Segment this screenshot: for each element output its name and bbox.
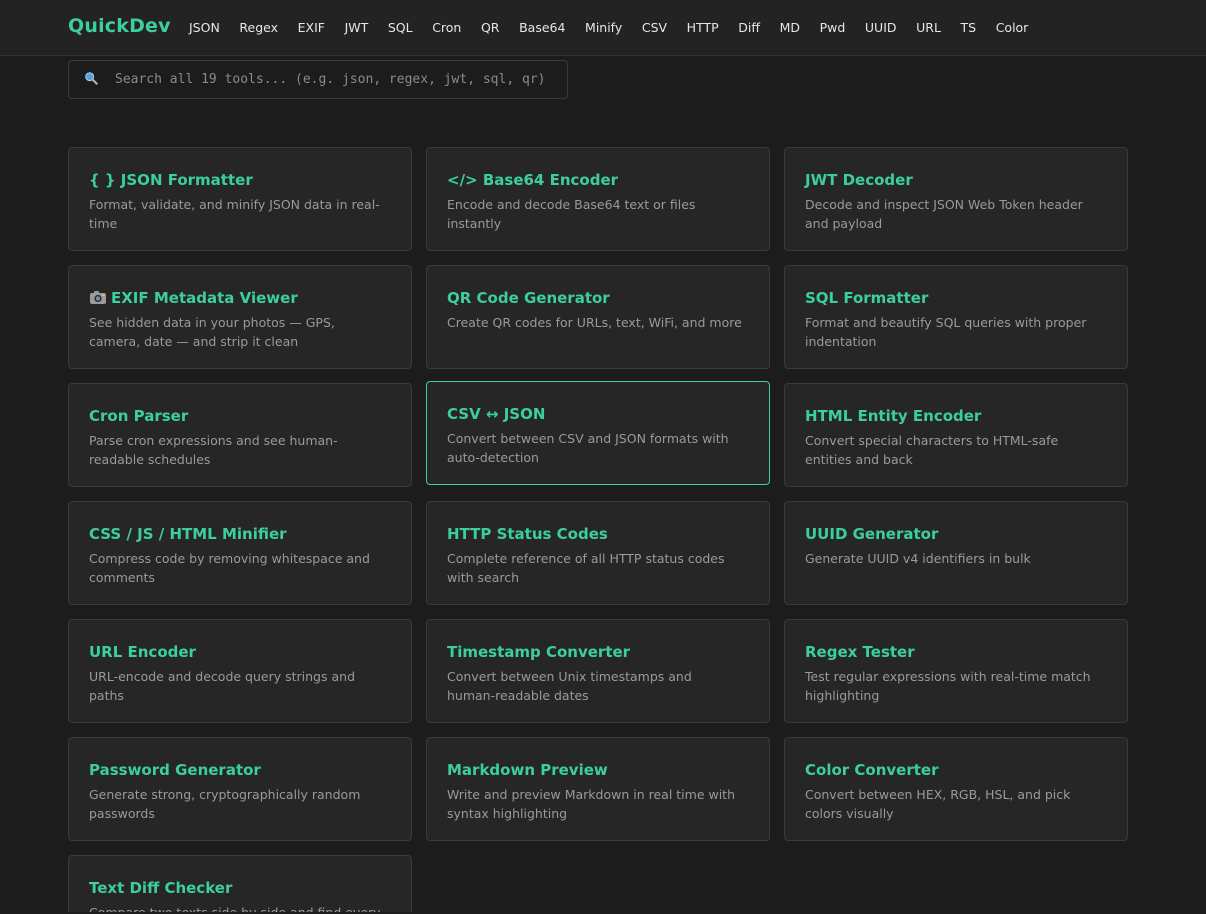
nav-link-json[interactable]: JSON xyxy=(189,20,220,35)
search-icon xyxy=(85,72,98,85)
nav-link-qr[interactable]: QR xyxy=(481,20,500,35)
tool-card-description: Compress code by removing whitespace and… xyxy=(89,551,370,585)
tool-card-description: Encode and decode Base64 text or files i… xyxy=(447,197,696,231)
tool-card-description: Decode and inspect JSON Web Token header… xyxy=(805,197,1083,231)
tool-card-title-text: EXIF Metadata Viewer xyxy=(111,289,298,307)
nav-link-regex[interactable]: Regex xyxy=(239,20,278,35)
nav-link-pwd[interactable]: Pwd xyxy=(820,20,846,35)
search-input[interactable] xyxy=(115,61,555,98)
nav-link-diff[interactable]: Diff xyxy=(738,20,760,35)
tool-card-minifier[interactable]: CSS / JS / HTML Minifier Compress code b… xyxy=(68,501,412,605)
nav-link-sql[interactable]: SQL xyxy=(388,20,413,35)
tool-card-title: HTML Entity Encoder xyxy=(805,407,982,425)
tool-card-title: Regex Tester xyxy=(805,643,915,661)
tool-card-title: CSS / JS / HTML Minifier xyxy=(89,525,287,543)
tool-card-description: Create QR codes for URLs, text, WiFi, an… xyxy=(447,315,742,330)
tool-card-csv-json[interactable]: CSV ↔ JSON Convert between CSV and JSON … xyxy=(426,381,770,485)
nav-link-base64[interactable]: Base64 xyxy=(519,20,565,35)
tool-card-description: Convert between CSV and JSON formats wit… xyxy=(447,431,729,465)
tool-card-description: Format and beautify SQL queries with pro… xyxy=(805,315,1087,349)
search-box[interactable] xyxy=(68,60,568,99)
tool-card-title: EXIF Metadata Viewer xyxy=(89,288,392,308)
tool-card-description: Generate UUID v4 identifiers in bulk xyxy=(805,551,1031,566)
tool-card-title: </> Base64 Encoder xyxy=(447,171,619,189)
nav-link-http[interactable]: HTTP xyxy=(687,20,719,35)
nav-link-ts[interactable]: TS xyxy=(961,20,977,35)
tool-card-base64-encoder[interactable]: </> Base64 Encoder Encode and decode Bas… xyxy=(426,147,770,251)
tool-card-title: URL Encoder xyxy=(89,643,196,661)
tool-card-title: Text Diff Checker xyxy=(89,879,233,897)
tool-card-title: Timestamp Converter xyxy=(447,643,631,661)
tool-card-description: Parse cron expressions and see human-rea… xyxy=(89,433,338,467)
tool-card-sql-formatter[interactable]: SQL Formatter Format and beautify SQL qu… xyxy=(784,265,1128,369)
tool-card-markdown-preview[interactable]: Markdown Preview Write and preview Markd… xyxy=(426,737,770,841)
top-navigation-bar: QuickDev JSON Regex EXIF JWT SQL Cron QR… xyxy=(0,0,1206,56)
tool-card-title: CSV ↔ JSON xyxy=(447,405,546,423)
nav-link-uuid[interactable]: UUID xyxy=(865,20,897,35)
tool-card-timestamp-converter[interactable]: Timestamp Converter Convert between Unix… xyxy=(426,619,770,723)
tool-card-description: Complete reference of all HTTP status co… xyxy=(447,551,725,585)
tool-card-title: SQL Formatter xyxy=(805,289,929,307)
tool-card-description: Compare two texts side by side and find … xyxy=(89,904,392,912)
tool-card-description: Test regular expressions with real-time … xyxy=(805,669,1091,703)
nav-link-exif[interactable]: EXIF xyxy=(298,20,325,35)
camera-icon xyxy=(90,291,106,304)
nav-link-csv[interactable]: CSV xyxy=(642,20,667,35)
tool-card-description: Convert between Unix timestamps and huma… xyxy=(447,669,692,703)
brand-logo[interactable]: QuickDev xyxy=(68,15,171,37)
tool-card-url-encoder[interactable]: URL Encoder URL-encode and decode query … xyxy=(68,619,412,723)
tool-nav: JSON Regex EXIF JWT SQL Cron QR Base64 M… xyxy=(189,20,1048,35)
tool-card-exif-viewer[interactable]: EXIF Metadata Viewer See hidden data in … xyxy=(68,265,412,369)
nav-link-cron[interactable]: Cron xyxy=(432,20,461,35)
tool-card-title: Markdown Preview xyxy=(447,761,608,779)
tool-card-html-entity-encoder[interactable]: HTML Entity Encoder Convert special char… xyxy=(784,383,1128,487)
tool-card-jwt-decoder[interactable]: JWT Decoder Decode and inspect JSON Web … xyxy=(784,147,1128,251)
tool-card-description: See hidden data in your photos — GPS, ca… xyxy=(89,315,335,349)
tool-card-title: UUID Generator xyxy=(805,525,939,543)
nav-link-url[interactable]: URL xyxy=(916,20,941,35)
tool-card-cron-parser[interactable]: Cron Parser Parse cron expressions and s… xyxy=(68,383,412,487)
tool-card-title: JWT Decoder xyxy=(805,171,913,189)
tool-card-title: Password Generator xyxy=(89,761,261,779)
tool-card-description: Convert special characters to HTML-safe … xyxy=(805,433,1059,467)
tool-card-title: { } JSON Formatter xyxy=(89,171,253,189)
tool-card-password-generator[interactable]: Password Generator Generate strong, cryp… xyxy=(68,737,412,841)
tools-grid: { } JSON Formatter Format, validate, and… xyxy=(68,147,1128,912)
tool-card-color-converter[interactable]: Color Converter Convert between HEX, RGB… xyxy=(784,737,1128,841)
tool-card-text-diff-checker[interactable]: Text Diff Checker Compare two texts side… xyxy=(68,855,412,912)
tool-card-regex-tester[interactable]: Regex Tester Test regular expressions wi… xyxy=(784,619,1128,723)
tool-card-description: Write and preview Markdown in real time … xyxy=(447,787,736,821)
tool-card-title: HTTP Status Codes xyxy=(447,525,608,543)
nav-link-minify[interactable]: Minify xyxy=(585,20,622,35)
tool-card-qr-generator[interactable]: QR Code Generator Create QR codes for UR… xyxy=(426,265,770,369)
tool-card-description: URL-encode and decode query strings and … xyxy=(89,669,355,703)
nav-link-color[interactable]: Color xyxy=(996,20,1029,35)
nav-link-md[interactable]: MD xyxy=(780,20,800,35)
tool-card-description: Convert between HEX, RGB, HSL, and pick … xyxy=(805,787,1071,821)
tool-card-http-status-codes[interactable]: HTTP Status Codes Complete reference of … xyxy=(426,501,770,605)
tool-card-json-formatter[interactable]: { } JSON Formatter Format, validate, and… xyxy=(68,147,412,251)
tool-card-title: Color Converter xyxy=(805,761,939,779)
nav-link-jwt[interactable]: JWT xyxy=(345,20,369,35)
tool-card-title: Cron Parser xyxy=(89,407,189,425)
tool-card-description: Generate strong, cryptographically rando… xyxy=(89,787,361,821)
tool-card-uuid-generator[interactable]: UUID Generator Generate UUID v4 identifi… xyxy=(784,501,1128,605)
tool-card-description: Format, validate, and minify JSON data i… xyxy=(89,197,380,231)
tool-card-title: QR Code Generator xyxy=(447,289,610,307)
